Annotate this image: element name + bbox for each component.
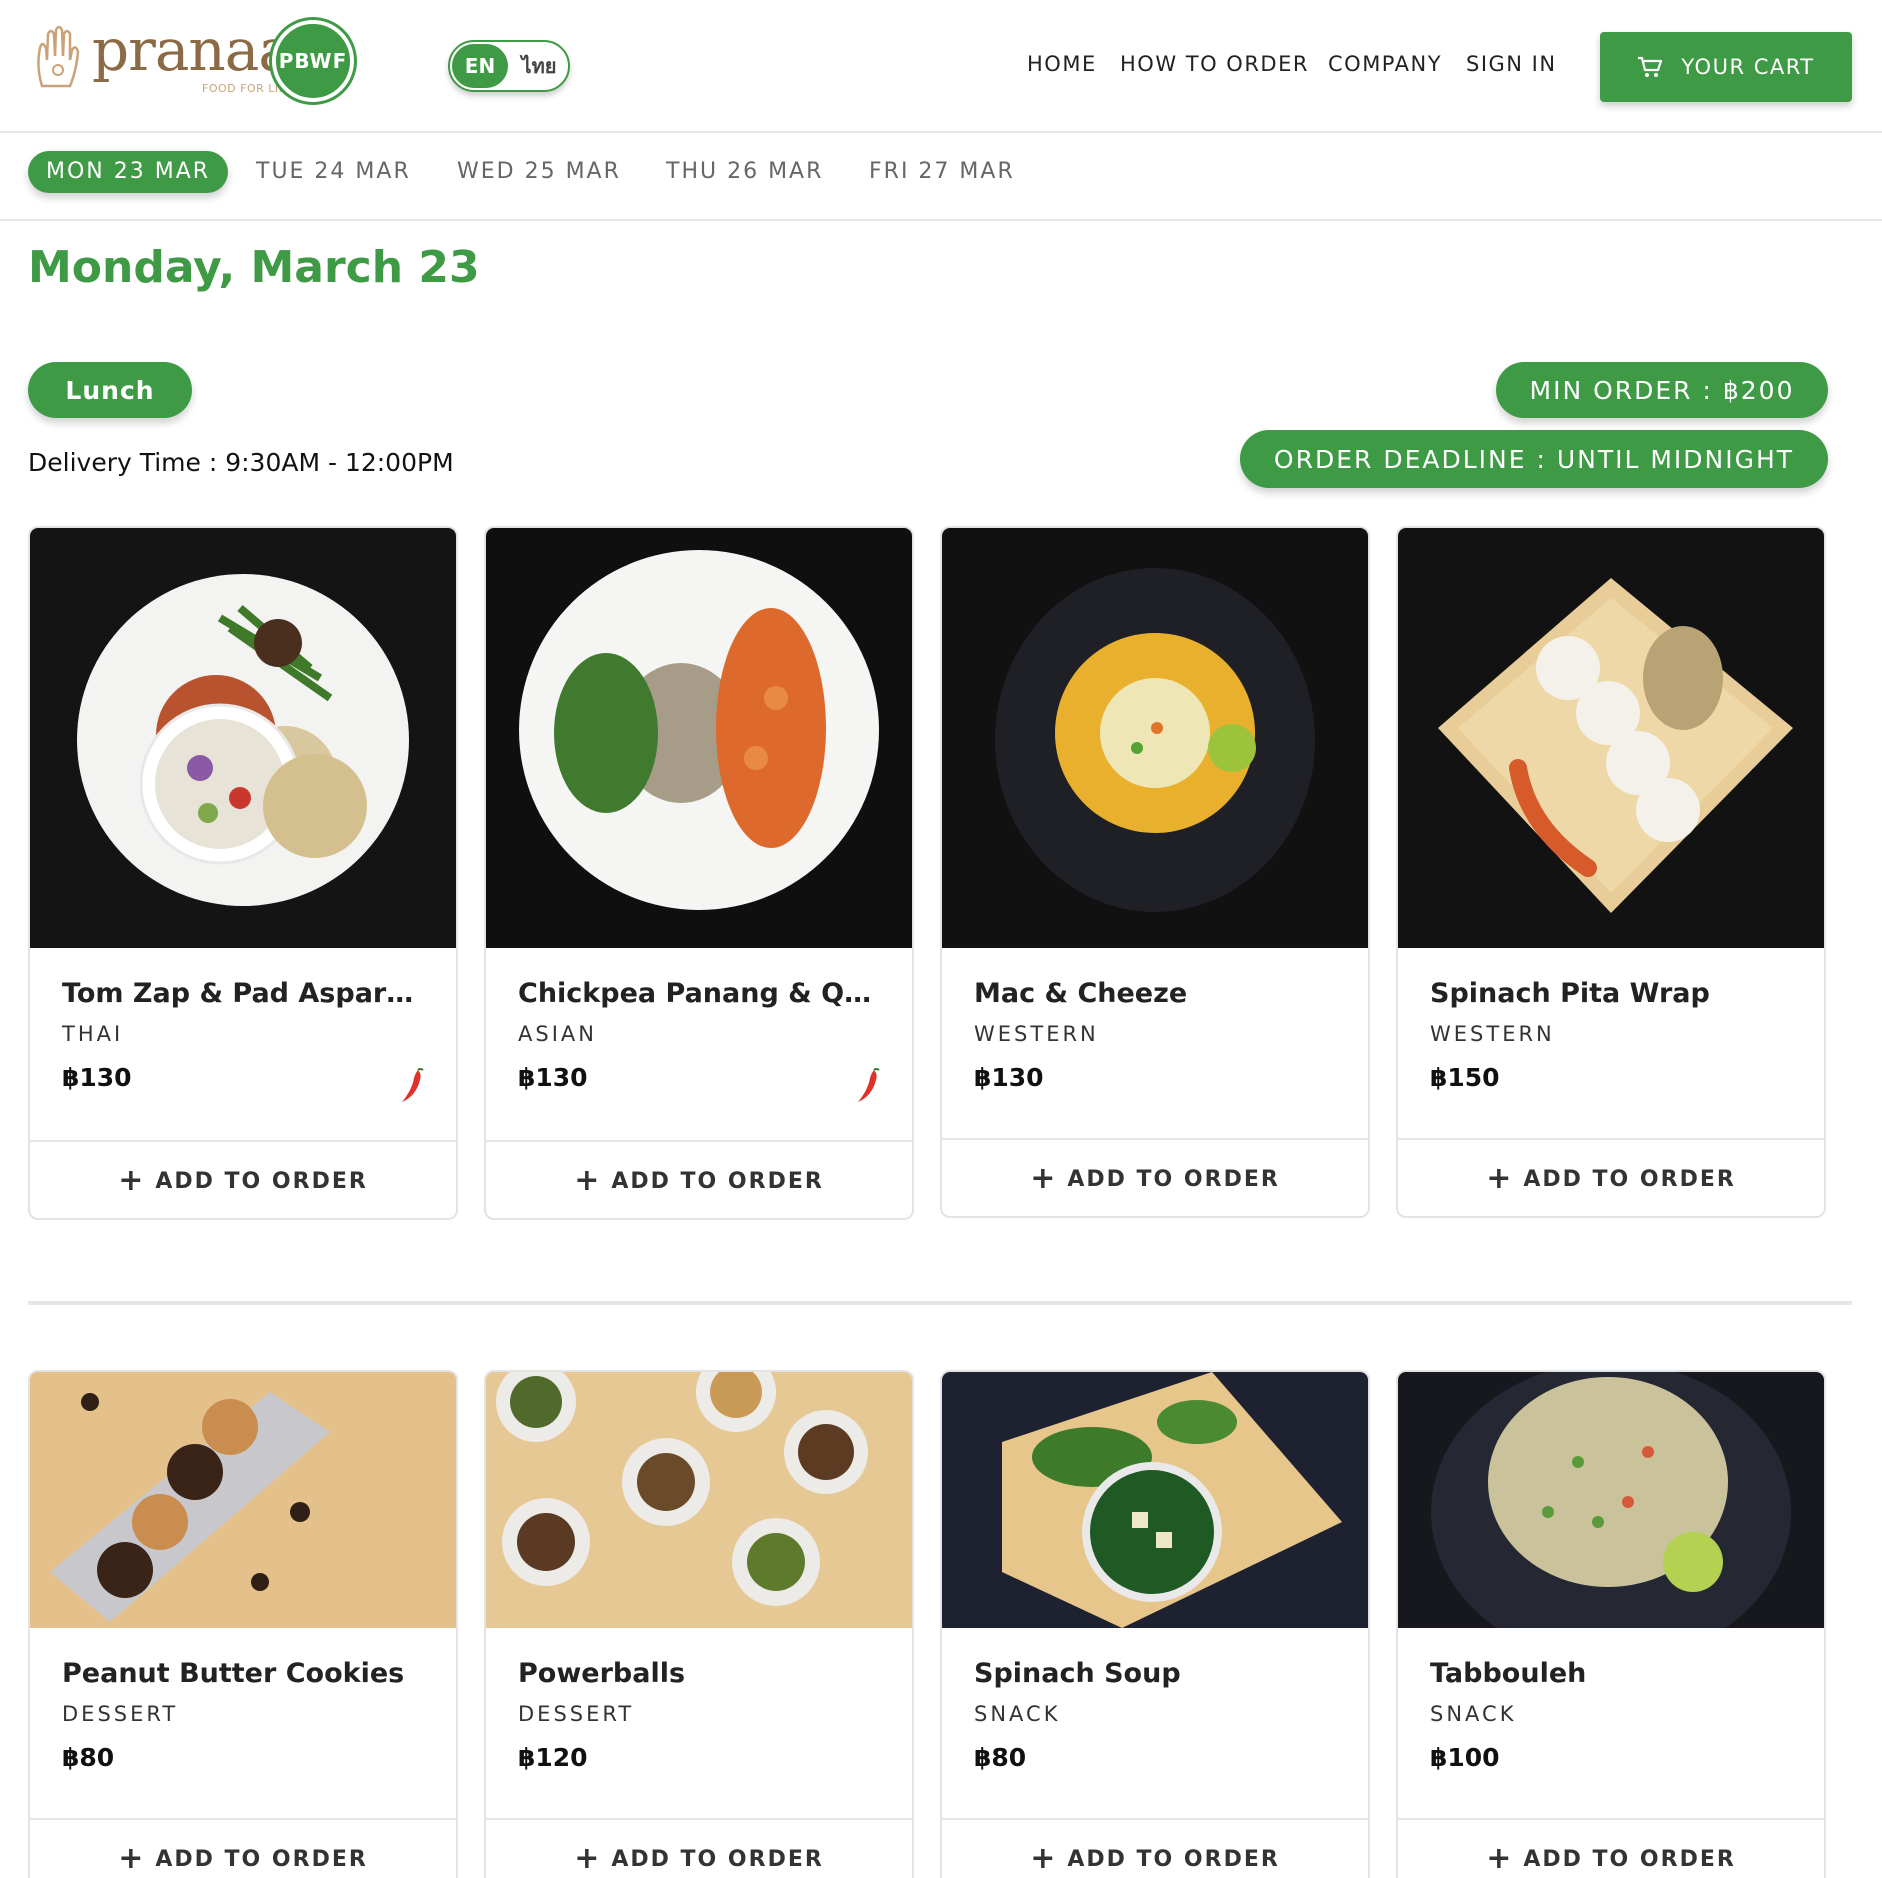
logo[interactable]: pranaa FOOD FOR LIFE PBWF xyxy=(32,16,362,108)
meal-tab-lunch[interactable]: Lunch xyxy=(28,362,192,418)
dish-price: ฿130 xyxy=(518,1063,588,1092)
page-title: Monday, March 23 xyxy=(28,242,480,293)
dish-price: ฿130 xyxy=(974,1063,1044,1092)
day-selector: MON 23 MAR TUE 24 MAR WED 25 MAR THU 26 … xyxy=(0,133,1882,221)
cart-button[interactable]: YOUR CART xyxy=(1600,32,1852,102)
dish-name: Spinach Pita Wrap xyxy=(1430,978,1710,1009)
day-tab-thu[interactable]: THU 26 MAR xyxy=(666,151,823,193)
dish-category: WESTERN xyxy=(1430,1022,1555,1046)
day-tab-tue[interactable]: TUE 24 MAR xyxy=(256,151,411,193)
plus-icon: + xyxy=(1030,1841,1058,1876)
dish-price: ฿100 xyxy=(1430,1743,1500,1772)
dish-image xyxy=(1398,1372,1824,1628)
delivery-time: Delivery Time : 9:30AM - 12:00PM xyxy=(28,448,454,477)
menu-card[interactable]: Peanut Butter Cookies DESSERT ฿80 + ADD … xyxy=(28,1370,458,1878)
dish-category: WESTERN xyxy=(974,1022,1099,1046)
nav-sign-in[interactable]: SIGN IN xyxy=(1466,52,1557,76)
dish-price: ฿130 xyxy=(62,1063,132,1092)
brand-name: pranaa xyxy=(92,16,293,84)
menu-card[interactable]: Mac & Cheeze WESTERN ฿130 + ADD TO ORDER xyxy=(940,526,1370,1218)
badge-label: PBWF xyxy=(278,49,348,73)
plus-icon: + xyxy=(574,1163,602,1198)
min-order-badge: MIN ORDER : ฿200 xyxy=(1496,362,1828,418)
add-to-order-label: ADD TO ORDER xyxy=(1523,1846,1736,1872)
menu-card[interactable]: Spinach Pita Wrap WESTERN ฿150 + ADD TO … xyxy=(1396,526,1826,1218)
dish-category: THAI xyxy=(62,1022,124,1046)
add-to-order-button[interactable]: + ADD TO ORDER xyxy=(486,1820,912,1878)
add-to-order-label: ADD TO ORDER xyxy=(611,1168,824,1194)
add-to-order-button[interactable]: + ADD TO ORDER xyxy=(1398,1820,1824,1878)
add-to-order-button[interactable]: + ADD TO ORDER xyxy=(30,1820,456,1878)
add-to-order-label: ADD TO ORDER xyxy=(155,1846,368,1872)
dish-price: ฿80 xyxy=(62,1743,115,1772)
dish-name: Peanut Butter Cookies xyxy=(62,1658,405,1689)
add-to-order-label: ADD TO ORDER xyxy=(155,1168,368,1194)
add-to-order-label: ADD TO ORDER xyxy=(1067,1166,1280,1192)
chili-spicy-icon xyxy=(858,1068,880,1102)
menu-card[interactable]: Powerballs DESSERT ฿120 + ADD TO ORDER xyxy=(484,1370,914,1878)
header: pranaa FOOD FOR LIFE PBWF EN ไทย HOME HO… xyxy=(0,0,1882,133)
cart-icon xyxy=(1638,56,1663,77)
pbwf-badge: PBWF xyxy=(272,20,354,102)
language-toggle[interactable]: EN ไทย xyxy=(448,40,570,92)
dish-price: ฿120 xyxy=(518,1743,588,1772)
section-divider xyxy=(28,1301,1852,1305)
day-tab-mon[interactable]: MON 23 MAR xyxy=(28,151,229,193)
menu-card[interactable]: Tabbouleh SNACK ฿100 + ADD TO ORDER xyxy=(1396,1370,1826,1878)
dish-category: ASIAN xyxy=(518,1022,597,1046)
hamsa-hand-icon xyxy=(37,26,80,88)
plus-icon: + xyxy=(574,1841,602,1876)
dish-category: SNACK xyxy=(1430,1702,1517,1726)
dish-name: Chickpea Panang & Quin... xyxy=(518,978,878,1009)
dish-name: Spinach Soup xyxy=(974,1658,1181,1689)
order-deadline-badge: ORDER DEADLINE : UNTIL MIDNIGHT xyxy=(1240,430,1828,488)
dish-image xyxy=(486,1372,912,1628)
dish-image xyxy=(486,528,912,948)
day-tab-wed[interactable]: WED 25 MAR xyxy=(457,151,621,193)
add-to-order-label: ADD TO ORDER xyxy=(1523,1166,1736,1192)
dish-name: Tabbouleh xyxy=(1430,1658,1587,1689)
add-to-order-label: ADD TO ORDER xyxy=(611,1846,824,1872)
dish-name: Powerballs xyxy=(518,1658,686,1689)
menu-card[interactable]: Chickpea Panang & Quin... ASIAN ฿130 + A… xyxy=(484,526,914,1220)
dish-image xyxy=(30,528,456,948)
plus-icon: + xyxy=(118,1841,146,1876)
plus-icon: + xyxy=(1486,1161,1514,1196)
cart-label: YOUR CART xyxy=(1681,55,1815,79)
nav-how-to-order[interactable]: HOW TO ORDER xyxy=(1120,52,1309,76)
menu-card[interactable]: Tom Zap & Pad Asparagus THAI ฿130 + ADD … xyxy=(28,526,458,1220)
dish-image xyxy=(942,528,1368,948)
lang-th-option[interactable]: ไทย xyxy=(512,44,566,88)
menu-card[interactable]: Spinach Soup SNACK ฿80 + ADD TO ORDER xyxy=(940,1370,1370,1878)
add-to-order-button[interactable]: + ADD TO ORDER xyxy=(486,1142,912,1218)
chili-spicy-icon xyxy=(402,1068,424,1102)
dish-image xyxy=(1398,528,1824,948)
dish-category: SNACK xyxy=(974,1702,1061,1726)
dish-category: DESSERT xyxy=(518,1702,635,1726)
dish-category: DESSERT xyxy=(62,1702,179,1726)
nav-home[interactable]: HOME xyxy=(1027,52,1097,76)
add-to-order-button[interactable]: + ADD TO ORDER xyxy=(30,1142,456,1218)
lang-en-option[interactable]: EN xyxy=(452,44,508,88)
add-to-order-label: ADD TO ORDER xyxy=(1067,1846,1280,1872)
add-to-order-button[interactable]: + ADD TO ORDER xyxy=(1398,1140,1824,1216)
dish-name: Tom Zap & Pad Asparagus xyxy=(62,978,422,1009)
plus-icon: + xyxy=(1486,1841,1514,1876)
dish-image xyxy=(942,1372,1368,1628)
day-tab-fri[interactable]: FRI 27 MAR xyxy=(869,151,1015,193)
dish-name: Mac & Cheeze xyxy=(974,978,1188,1009)
add-to-order-button[interactable]: + ADD TO ORDER xyxy=(942,1820,1368,1878)
dish-image xyxy=(30,1372,456,1628)
plus-icon: + xyxy=(118,1163,146,1198)
dish-price: ฿150 xyxy=(1430,1063,1500,1092)
add-to-order-button[interactable]: + ADD TO ORDER xyxy=(942,1140,1368,1216)
dish-price: ฿80 xyxy=(974,1743,1027,1772)
nav-company[interactable]: COMPANY xyxy=(1328,52,1442,76)
plus-icon: + xyxy=(1030,1161,1058,1196)
